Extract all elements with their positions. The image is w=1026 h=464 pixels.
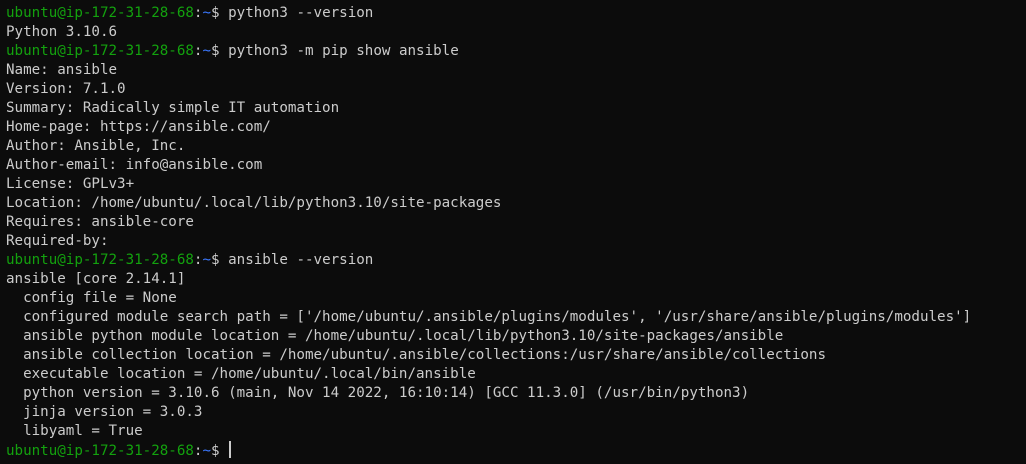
output-line: ansible collection location = /home/ubun… <box>6 347 826 363</box>
output-line: Summary: Radically simple IT automation <box>6 100 340 116</box>
text-cursor[interactable] <box>229 441 232 458</box>
prompt-user-host: ubuntu@ip-172-31-28-68 <box>6 443 194 459</box>
output-line: python version = 3.10.6 (main, Nov 14 20… <box>6 385 750 401</box>
output-line: Name: ansible <box>6 62 118 78</box>
output-line: executable location = /home/ubuntu/.loca… <box>6 366 476 382</box>
prompt-symbol: $ <box>211 443 229 459</box>
terminal-window[interactable]: ubuntu@ip-172-31-28-68:~$ python3 --vers… <box>0 0 1026 464</box>
output-line: Requires: ansible-core <box>6 214 194 230</box>
prompt-line: ubuntu@ip-172-31-28-68:~$ ansible --vers… <box>6 251 1026 270</box>
prompt-line: ubuntu@ip-172-31-28-68:~$ python3 --vers… <box>6 4 1026 23</box>
output-line: Location: /home/ubuntu/.local/lib/python… <box>6 195 502 211</box>
output-line: Python 3.10.6 <box>6 24 118 40</box>
prompt-user-host: ubuntu@ip-172-31-28-68 <box>6 5 194 21</box>
prompt-path: ~ <box>202 5 212 21</box>
prompt-symbol: $ <box>211 5 229 21</box>
output-line: ansible python module location = /home/u… <box>6 328 784 344</box>
output-line: Author: Ansible, Inc. <box>6 138 186 154</box>
output-line: config file = None <box>6 290 177 306</box>
prompt-user-host: ubuntu@ip-172-31-28-68 <box>6 43 194 59</box>
prompt-path: ~ <box>202 43 212 59</box>
prompt-symbol: $ <box>211 252 229 268</box>
prompt-line: ubuntu@ip-172-31-28-68:~$ python3 -m pip… <box>6 42 1026 61</box>
output-line: Home-page: https://ansible.com/ <box>6 119 271 135</box>
prompt-path: ~ <box>202 443 212 459</box>
prompt-symbol: $ <box>211 43 229 59</box>
command-text: python3 --version <box>228 5 374 21</box>
output-line: libyaml = True <box>6 423 143 439</box>
prompt-line: ubuntu@ip-172-31-28-68:~$ <box>6 441 1026 460</box>
command-text: python3 -m pip show ansible <box>228 43 459 59</box>
output-line: Version: 7.1.0 <box>6 81 126 97</box>
output-line: ansible [core 2.14.1] <box>6 271 186 287</box>
prompt-user-host: ubuntu@ip-172-31-28-68 <box>6 252 194 268</box>
output-line: Required-by: <box>6 233 109 249</box>
prompt-path: ~ <box>202 252 212 268</box>
output-line: License: GPLv3+ <box>6 176 135 192</box>
output-line: configured module search path = ['/home/… <box>6 309 972 325</box>
output-line: jinja version = 3.0.3 <box>6 404 203 420</box>
command-text: ansible --version <box>228 252 374 268</box>
output-line: Author-email: info@ansible.com <box>6 157 263 173</box>
